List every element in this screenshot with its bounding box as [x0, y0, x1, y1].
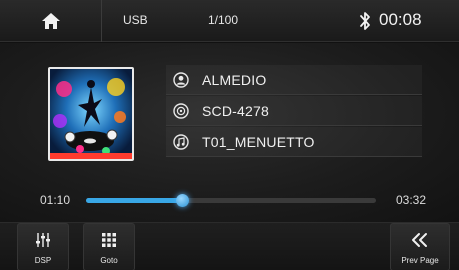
- progress-knob[interactable]: [175, 194, 189, 207]
- album-row: SCD-4278: [166, 96, 422, 126]
- goto-label: Goto: [100, 256, 118, 265]
- home-icon: [41, 13, 60, 29]
- person-icon: [173, 71, 189, 88]
- progress-bar[interactable]: [86, 194, 376, 207]
- artist-name: ALMEDIO: [202, 71, 267, 88]
- equalizer-icon: [36, 233, 50, 247]
- prev-page-button[interactable]: Prev Page: [390, 223, 450, 270]
- goto-button[interactable]: Goto: [83, 223, 135, 270]
- bottom-toolbar: DSP Goto Prev Page: [0, 222, 459, 270]
- dsp-button[interactable]: DSP: [17, 223, 69, 270]
- bluetooth-icon: [360, 12, 370, 30]
- home-button[interactable]: [0, 0, 101, 42]
- now-playing-panel: ALMEDIO SCD-4278 T01_MENUETTO 01:10 03:3…: [0, 43, 459, 223]
- title-row: T01_MENUETTO: [166, 127, 422, 157]
- source-label: USB: [123, 13, 148, 27]
- album-art: [48, 67, 134, 161]
- music-note-icon: [173, 133, 189, 150]
- elapsed-time: 01:10: [40, 193, 71, 207]
- album-name: SCD-4278: [202, 102, 269, 119]
- dsp-label: DSP: [34, 256, 52, 265]
- double-chevron-left-icon: [412, 233, 427, 247]
- disc-icon: [173, 102, 189, 119]
- header-divider: [101, 0, 102, 42]
- progress-fill: [86, 198, 182, 203]
- track-title: T01_MENUETTO: [202, 133, 315, 150]
- clock: 00:08: [379, 10, 422, 29]
- track-counter: 1/100: [208, 13, 239, 27]
- artist-row: ALMEDIO: [166, 65, 422, 95]
- prev-page-label: Prev Page: [401, 256, 439, 265]
- grid-icon: [102, 233, 116, 247]
- status-bar: USB 1/100 00:08: [0, 0, 459, 42]
- total-time: 03:32: [396, 193, 427, 207]
